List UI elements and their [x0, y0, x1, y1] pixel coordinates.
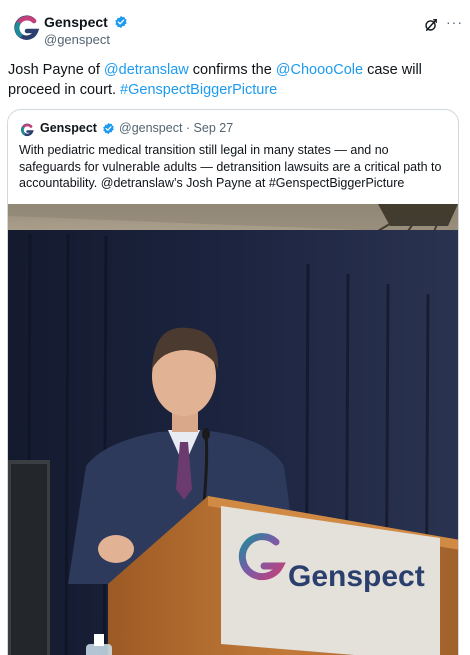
grok-icon[interactable]: [424, 18, 438, 32]
author-name[interactable]: Genspect: [44, 14, 108, 30]
quoted-handle-and-date: @genspect · Sep 27: [119, 121, 234, 135]
tweet-text: Josh Payne of @detranslaw confirms the @…: [8, 60, 462, 100]
mention-link[interactable]: @ChoooCole: [276, 62, 363, 78]
quoted-avatar[interactable]: [19, 122, 35, 138]
quoted-tweet-photo[interactable]: Genspect: [8, 204, 459, 655]
podium-sign-text: Genspect: [288, 560, 425, 593]
quoted-verified-badge-icon: [103, 122, 114, 135]
verified-badge-icon: [115, 15, 127, 29]
mention-link[interactable]: @detranslaw: [104, 62, 189, 78]
tweet-text-segment: confirms the: [188, 62, 276, 78]
avatar[interactable]: [10, 12, 42, 44]
hashtag-link[interactable]: #GenspectBiggerPicture: [120, 82, 277, 98]
quoted-author-name[interactable]: Genspect: [40, 121, 97, 135]
tweet-text-segment: Josh Payne of: [8, 62, 104, 78]
tweet-header: Genspect @genspect ···: [10, 10, 463, 54]
author-handle[interactable]: @genspect: [44, 32, 110, 47]
quoted-tweet-card[interactable]: Genspect @genspect · Sep 27 With pediatr…: [7, 109, 459, 655]
more-icon[interactable]: ···: [446, 14, 463, 30]
quoted-tweet-text: With pediatric medical transition still …: [19, 143, 442, 190]
